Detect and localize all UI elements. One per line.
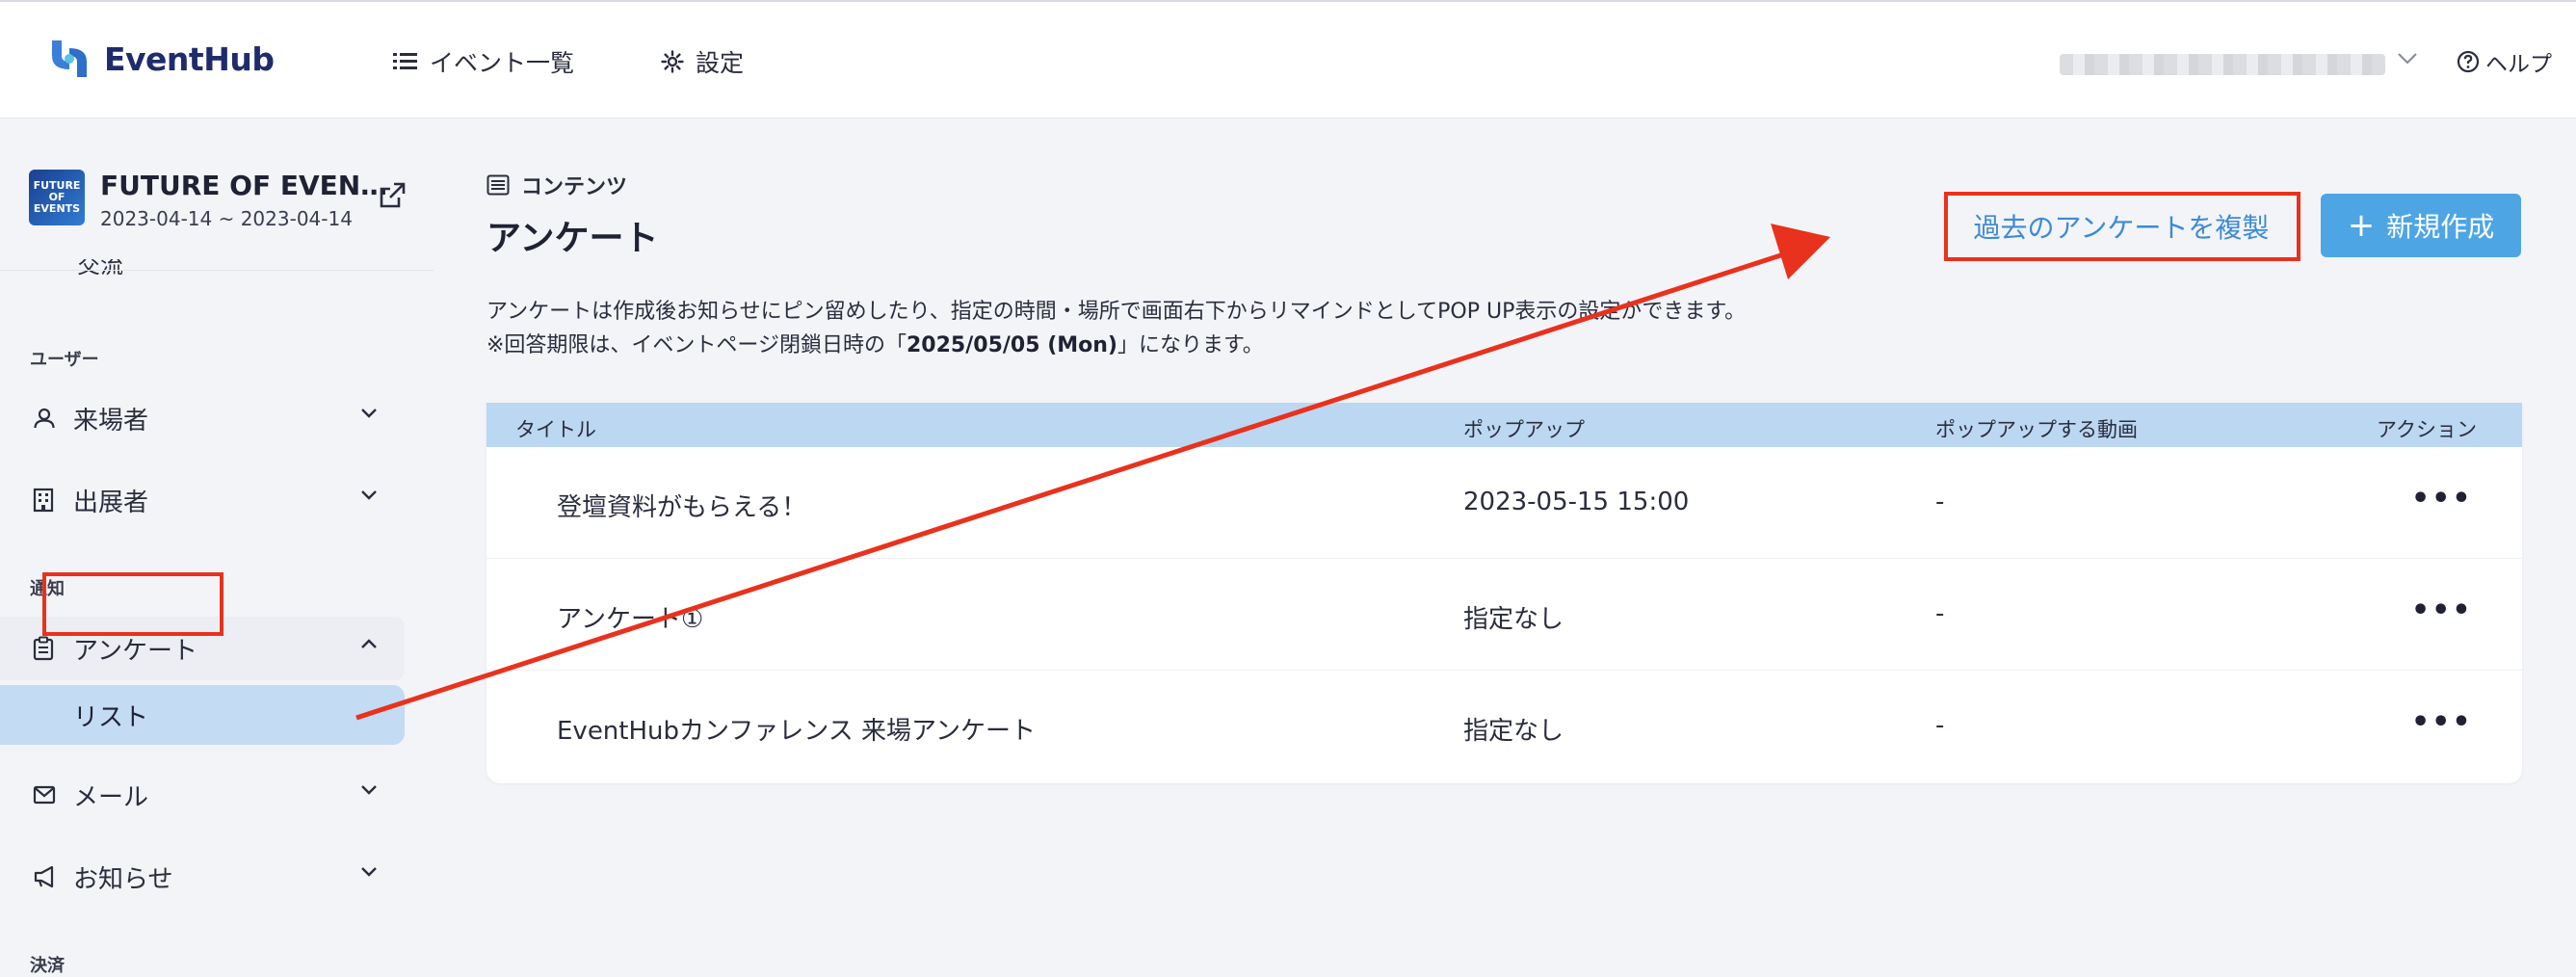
nav-event-list[interactable]: イベント一覧 [393,44,574,79]
help-circle-icon [2457,50,2480,73]
header-popup: ポップアップ [1463,418,1585,441]
event-name: FUTURE OF EVEN… [100,170,388,201]
document-icon [486,174,510,196]
eventhub-logo[interactable]: EventHub [48,37,275,81]
chevron-down-icon [361,490,377,500]
chevron-up-icon [361,639,377,648]
sidebar-item-mail[interactable]: メール [0,763,405,827]
chevron-down-icon[interactable] [2397,52,2418,66]
description-suffix: 」になります。 [1117,333,1264,357]
eventhub-logo-icon [52,40,87,77]
row-video: - [1935,711,1945,740]
row-title[interactable]: アンケート① [557,599,703,635]
survey-table: タイトル ポップアップ ポップアップする動画 アクション 登壇資料がもらえる！ … [486,403,2522,783]
table-header: タイトル ポップアップ ポップアップする動画 アクション [486,403,2522,447]
list-icon [393,53,417,69]
plus-icon: + [2347,206,2376,245]
more-actions-icon[interactable]: ••• [2411,708,2473,737]
more-actions-icon[interactable]: ••• [2411,485,2473,514]
nav-settings[interactable]: 設定 [661,44,744,79]
breadcrumb: コンテンツ [486,170,627,200]
chevron-down-icon [361,867,377,877]
nav-settings-label: 設定 [696,49,745,77]
annotation-highlight-list [42,572,223,636]
megaphone-icon [33,864,58,889]
sidebar-item-exhibitors[interactable]: 出展者 [0,468,405,532]
sidebar-item-exchange-clipped[interactable]: 交流 [35,259,123,286]
user-icon [33,406,58,431]
sidebar-item-exhibitors-label: 出展者 [73,488,149,517]
account-name-blurred[interactable] [2060,54,2385,75]
page-title: アンケート [486,219,659,258]
sidebar-item-mail-label: メール [73,782,149,812]
deadline-date: 2025/05/05 (Mon) [907,333,1117,357]
table-row[interactable]: EventHubカンファレンス 来場アンケート 指定なし - ••• [486,671,2522,782]
more-actions-icon[interactable]: ••• [2411,596,2473,625]
new-survey-button[interactable]: + 新規作成 [2321,194,2521,257]
row-popup: 指定なし [1463,605,1564,634]
external-link-icon[interactable] [378,181,407,210]
chevron-down-icon [361,785,377,795]
help-link[interactable]: ヘルプ [2457,45,2552,78]
sidebar-item-notice[interactable]: お知らせ [0,845,405,909]
event-card: FUTURE OF EVENTS FUTURE OF EVEN… 2023-04… [29,170,387,230]
nav-event-list-label: イベント一覧 [430,49,575,77]
sidebar-item-visitors[interactable]: 来場者 [0,386,405,450]
row-popup: 2023-05-15 15:00 [1463,488,1690,516]
event-dates: 2023-04-14 ~ 2023-04-14 [100,207,353,230]
gear-icon [661,50,684,73]
page-description: アンケートは作成後お知らせにピン留めしたり、指定の時間・場所で画面右下からリマイ… [486,295,1746,362]
building-icon [33,488,58,513]
clipboard-icon [33,636,58,661]
mail-icon [33,782,58,807]
top-header: EventHub イベント一覧 設定 ヘルプ [0,0,2576,119]
sidebar-item-notice-label: お知らせ [73,864,173,894]
section-label-payment: 決済 [30,956,65,976]
annotation-highlight-copy-button [1944,192,2300,261]
annotation-arrow-head [1771,224,1830,279]
sidebar: FUTURE OF EVENTS FUTURE OF EVEN… 2023-04… [0,119,434,977]
new-survey-button-label: 新規作成 [2386,211,2495,243]
sidebar-item-visitors-label: 来場者 [73,406,149,436]
row-title[interactable]: EventHubカンファレンス 来場アンケート [557,711,1036,747]
sidebar-subitem-survey-list[interactable]: リスト [0,685,405,745]
table-row[interactable]: 登壇資料がもらえる！ 2023-05-15 15:00 - ••• [486,447,2522,559]
table-row[interactable]: アンケート① 指定なし - ••• [486,559,2522,671]
event-thumbnail: FUTURE OF EVENTS [29,170,85,225]
row-video: - [1935,599,1945,628]
help-label: ヘルプ [2485,52,2552,77]
section-label-user: ユーザー [30,350,99,370]
description-prefix: ※回答期限は、イベントページ閉鎖日時の「 [486,333,907,357]
row-title[interactable]: 登壇資料がもらえる！ [557,488,806,523]
header-popup-video: ポップアップする動画 [1935,418,2138,441]
description-line-2: ※回答期限は、イベントページ閉鎖日時の「2025/05/05 (Mon)」になり… [486,329,1746,362]
logo-text: EventHub [104,40,275,78]
sidebar-item-survey-label: アンケート [73,636,197,666]
row-popup: 指定なし [1463,717,1564,746]
breadcrumb-label: コンテンツ [521,175,628,199]
header-title: タイトル [515,418,596,441]
row-video: - [1935,488,1945,516]
chevron-down-icon [361,409,377,418]
sidebar-subitem-survey-list-label: リスト [73,702,149,732]
description-line-1: アンケートは作成後お知らせにピン留めしたり、指定の時間・場所で画面右下からリマイ… [486,300,1747,324]
header-action: アクション [2377,418,2477,441]
sidebar-divider [0,270,434,271]
